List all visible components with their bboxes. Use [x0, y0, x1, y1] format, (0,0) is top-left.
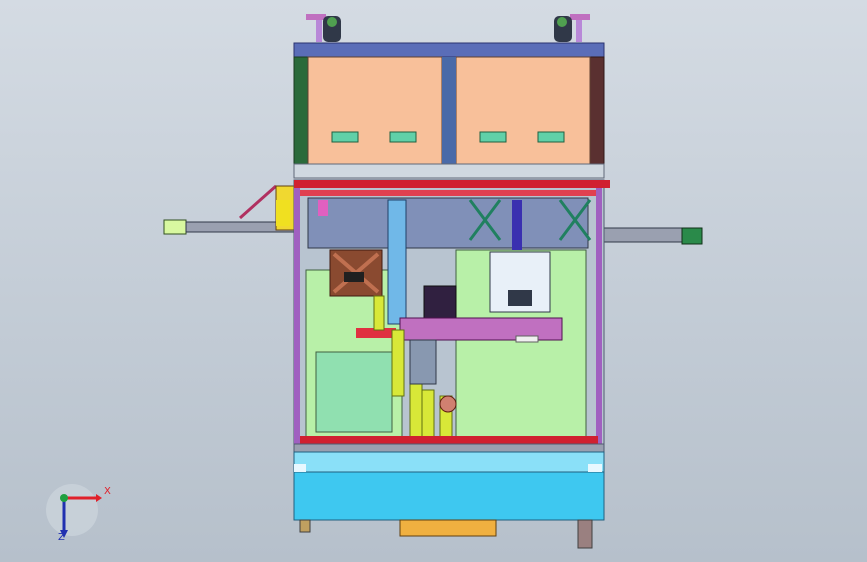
left-cabinet-door[interactable] — [307, 56, 443, 165]
door-divider — [442, 57, 456, 164]
lower-red-rail — [300, 436, 598, 444]
right-upper-post — [589, 56, 605, 168]
small-yellow-tag — [276, 200, 290, 226]
brown-linkage — [329, 249, 383, 297]
top-left-lifting-eye — [306, 14, 341, 42]
red-top-rail-2 — [300, 190, 600, 196]
top-right-lifting-eye — [554, 14, 590, 42]
orange-drawer — [399, 519, 497, 537]
right-extension-arm — [599, 227, 703, 245]
base-left-corner — [294, 464, 306, 472]
right-dark-module — [508, 290, 532, 306]
base-right-corner — [588, 464, 602, 472]
axis-triad: X Z — [48, 480, 118, 550]
center-blue-column — [387, 199, 407, 325]
right-foot — [577, 519, 593, 549]
red-knob — [439, 395, 457, 413]
lower-grey-rail — [293, 443, 605, 453]
small-pink-tag — [318, 200, 328, 216]
axis-x-label: X — [104, 486, 111, 497]
left-upper-post — [293, 56, 309, 168]
slide-end-block — [515, 335, 539, 343]
purple-vertical-bar — [512, 200, 522, 250]
cyan-base — [293, 471, 605, 521]
top-frame-bar — [293, 42, 605, 58]
axis-z-label: Z — [58, 532, 65, 543]
cyan-base-top — [293, 451, 605, 473]
cad-viewport[interactable] — [0, 0, 867, 562]
grey-cylinder-housing — [409, 339, 437, 385]
red-top-rail — [294, 180, 610, 188]
upper-cabinet-bottom-rail — [293, 163, 605, 179]
left-foot — [299, 519, 311, 533]
right-cabinet-door[interactable] — [455, 56, 591, 165]
left-frame-post — [294, 188, 300, 450]
motor-block — [423, 285, 457, 321]
mechanism-plate — [307, 197, 589, 249]
right-frame-post — [596, 188, 602, 450]
lower-teal-block — [315, 351, 393, 433]
